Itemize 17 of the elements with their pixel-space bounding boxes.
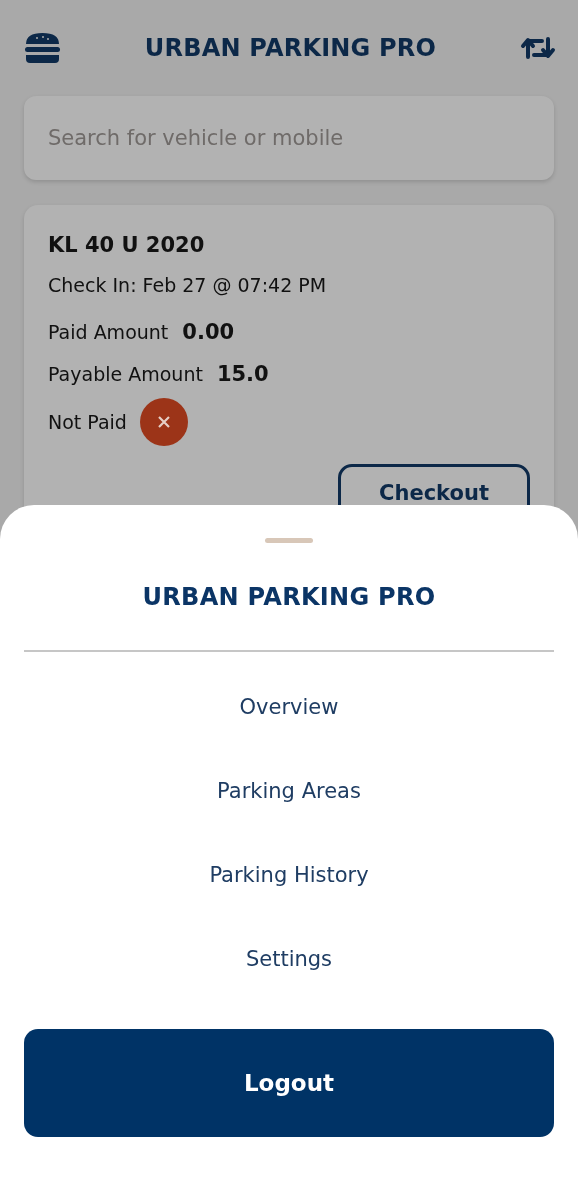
menu-item[interactable]: Parking History bbox=[201, 849, 377, 902]
payable-label: Payable Amount bbox=[48, 363, 203, 385]
sheet-title: URBAN PARKING PRO bbox=[142, 583, 436, 611]
payment-status: Not Paid bbox=[48, 411, 127, 433]
drag-handle[interactable] bbox=[265, 538, 313, 543]
search-field[interactable]: Search for vehicle or mobile bbox=[24, 96, 554, 180]
logout-button[interactable]: Logout bbox=[24, 1029, 554, 1137]
check-in-time: Check In: Feb 27 @ 07:42 PM bbox=[48, 274, 328, 296]
menu-item[interactable]: Settings bbox=[237, 933, 341, 986]
menu-item[interactable]: Overview bbox=[231, 681, 347, 734]
plate-number: KL 40 U 2020 bbox=[48, 233, 206, 257]
menu-item[interactable]: Parking Areas bbox=[209, 765, 369, 818]
app-title: URBAN PARKING PRO bbox=[144, 34, 437, 62]
paid-label: Paid Amount bbox=[48, 321, 169, 343]
payable-value: 15.0 bbox=[216, 362, 269, 386]
burger-icon[interactable] bbox=[24, 32, 61, 64]
paid-value: 0.00 bbox=[182, 320, 235, 344]
